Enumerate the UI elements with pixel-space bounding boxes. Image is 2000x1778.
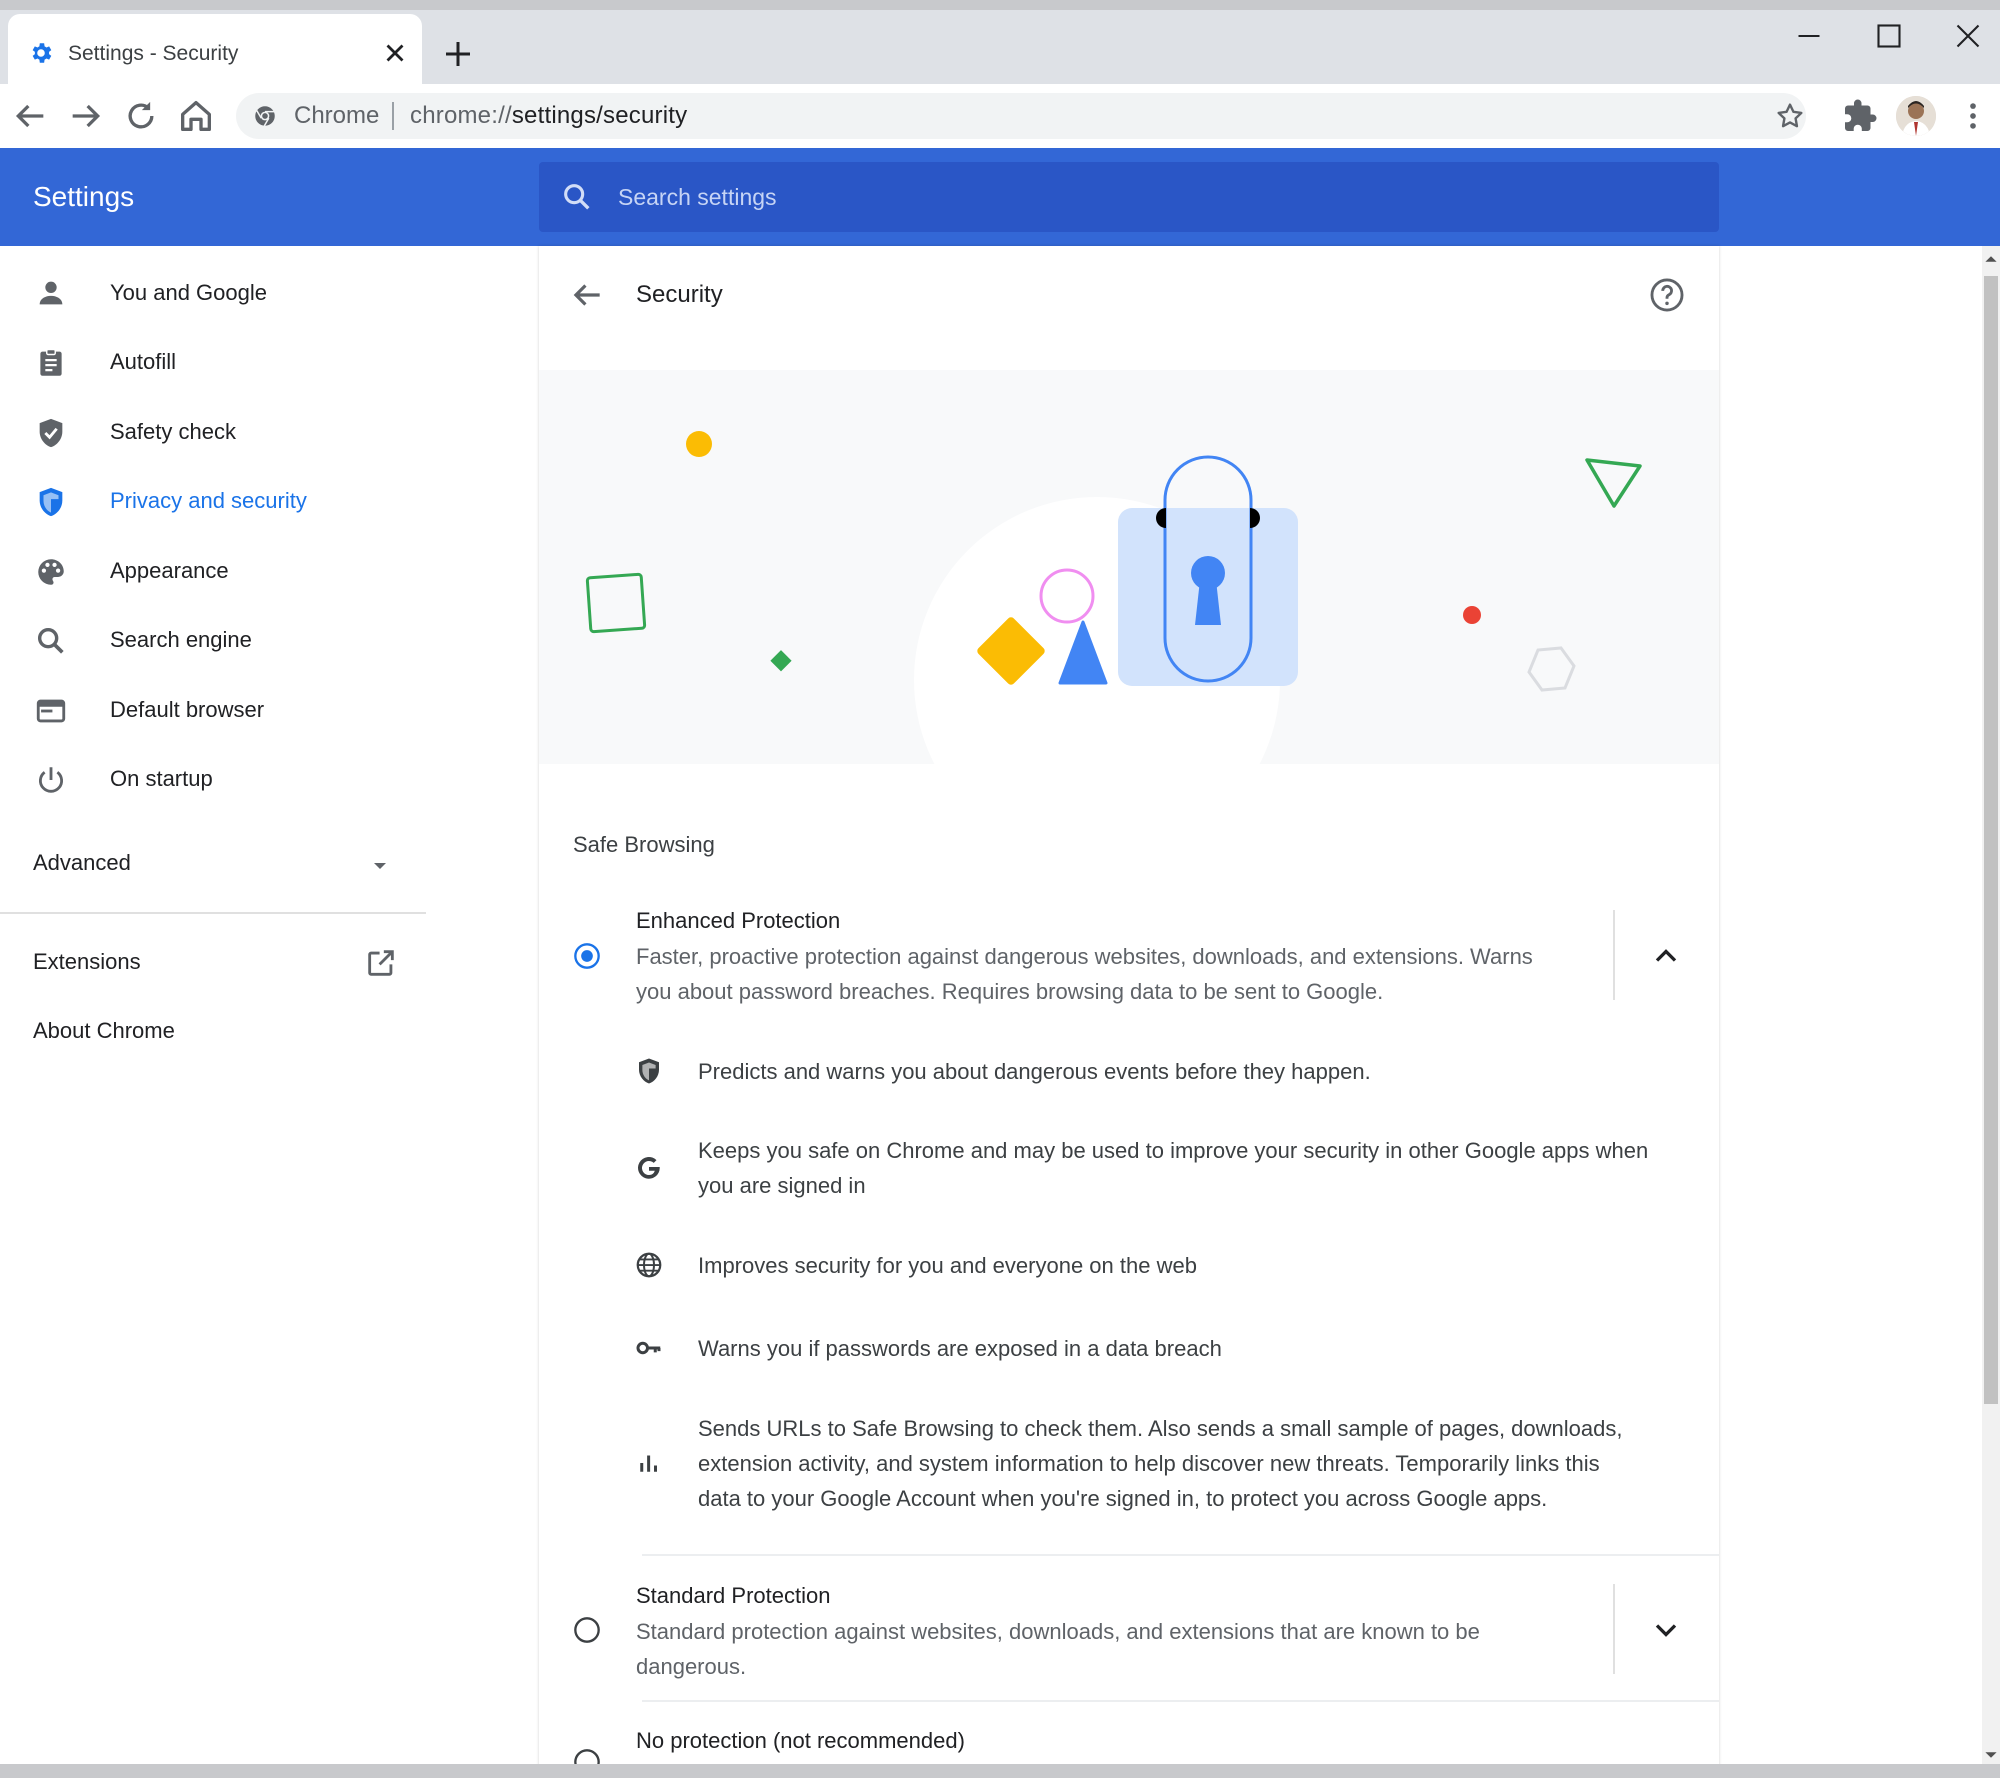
minimize-button[interactable] [1787, 18, 1831, 54]
sidebar-advanced-toggle[interactable]: Advanced [33, 848, 131, 878]
sidebar-extensions-link[interactable]: Extensions [33, 947, 141, 977]
sidebar-item-label: Default browser [110, 697, 265, 722]
security-illustration [539, 370, 1719, 764]
shield-icon [39, 487, 63, 517]
sidebar-item-search-engine[interactable] [0, 610, 538, 670]
tab-title: Settings - Security [68, 42, 239, 65]
sidebar-item-label: Appearance [110, 558, 229, 583]
new-tab-button[interactable] [440, 36, 476, 72]
shield-check-icon [39, 418, 63, 448]
bookmark-star-icon[interactable] [1774, 100, 1806, 132]
sidebar-item-you-and-google[interactable] [0, 263, 538, 323]
radio-enhanced-protection[interactable] [573, 942, 601, 970]
reload-icon[interactable] [121, 96, 161, 136]
option-title-enhanced: Enhanced Protection [636, 908, 841, 933]
sidebar-item-on-startup[interactable] [0, 749, 538, 809]
url-path: settings/security [511, 102, 688, 129]
option-title-no-protection: No protection (not recommended) [636, 1728, 965, 1753]
omnibox-divider [392, 102, 394, 130]
power-icon [38, 767, 64, 793]
lock-illustration [585, 431, 1642, 764]
feature-text: Sends URLs to Safe Browsing to check the… [698, 1416, 1623, 1441]
option-divider [642, 1554, 1719, 1556]
avatar-image [1896, 96, 1936, 136]
back-arrow-icon[interactable] [568, 276, 606, 314]
url-scheme: chrome:// [410, 102, 512, 129]
sidebar-item-autofill[interactable] [0, 332, 538, 392]
search-icon [564, 184, 590, 210]
expand-separator [1613, 910, 1615, 1000]
bar-chart-icon [640, 1455, 657, 1472]
help-icon[interactable] [1648, 276, 1686, 314]
url-text[interactable]: chrome://settings/security [410, 101, 687, 131]
sidebar-item-label: Safety check [110, 419, 236, 444]
google-g-icon [638, 1157, 660, 1179]
option-desc-enhanced-line1: Faster, proactive protection against dan… [636, 944, 1533, 969]
sidebar-about-chrome-link[interactable]: About Chrome [33, 1016, 175, 1046]
shield-icon [639, 1058, 659, 1084]
clipboard-icon [40, 348, 62, 376]
expand-separator [1613, 1584, 1615, 1674]
sidebar-item-safety-check[interactable] [0, 402, 538, 462]
omnibox-chip: Chrome [294, 102, 380, 129]
radio-standard-protection[interactable] [573, 1616, 601, 1644]
feature-text: Keeps you safe on Chrome and may be used… [698, 1138, 1649, 1163]
search-placeholder: Search settings [618, 184, 777, 210]
close-tab-icon[interactable] [380, 38, 410, 68]
option-desc-enhanced-line2: you about password breaches. Requires br… [636, 979, 1384, 1004]
scroll-up-arrow-icon[interactable] [1984, 252, 1998, 266]
back-arrow-icon[interactable] [10, 96, 50, 136]
page-title: Security [636, 281, 723, 308]
sidebar-item-default-browser[interactable] [0, 680, 538, 740]
palette-icon [38, 559, 64, 585]
maximize-button[interactable] [1867, 18, 1911, 54]
option-desc-standard-line2: dangerous. [636, 1654, 747, 1679]
chrome-logo-icon [255, 106, 275, 127]
sidebar-item-label: You and Google [110, 280, 267, 305]
person-icon [39, 281, 63, 305]
search-icon [37, 627, 64, 654]
feature-text: Improves security for you and everyone o… [698, 1253, 1197, 1278]
feature-text: you are signed in [698, 1173, 866, 1198]
globe-icon [636, 1252, 662, 1278]
chevron-up-icon[interactable] [1648, 938, 1684, 974]
option-title-standard: Standard Protection [636, 1583, 831, 1608]
sidebar-item-label: Privacy and security [110, 488, 307, 513]
close-window-button[interactable] [1946, 18, 1990, 54]
sidebar-divider [0, 912, 426, 914]
option-divider [642, 1700, 1719, 1702]
feature-text: Predicts and warns you about dangerous e… [698, 1059, 1371, 1084]
section-title-safe-browsing: Safe Browsing [573, 832, 715, 857]
sidebar-item-appearance[interactable] [0, 541, 538, 601]
home-icon[interactable] [176, 96, 216, 136]
feature-text: extension activity, and system informati… [698, 1451, 1600, 1476]
scrollbar-thumb[interactable] [1984, 276, 1998, 1404]
settings-title: Settings [33, 181, 135, 212]
gear-icon [32, 43, 52, 63]
sidebar-item-label: Autofill [110, 349, 177, 374]
browser-window-icon [36, 699, 66, 723]
open-in-new-icon[interactable] [364, 946, 398, 980]
scroll-down-arrow-icon[interactable] [1984, 1748, 1998, 1762]
feature-text: Warns you if passwords are exposed in a … [698, 1336, 1222, 1361]
kebab-menu-icon[interactable] [1956, 98, 1990, 134]
option-desc-standard-line1: Standard protection against websites, do… [636, 1619, 1480, 1644]
window-frame-bottom [0, 1764, 2000, 1778]
caret-down-icon[interactable] [368, 854, 392, 878]
sidebar-item-label: On startup [110, 766, 213, 791]
sidebar-item-label: Search engine [110, 627, 252, 652]
chevron-down-icon[interactable] [1648, 1612, 1684, 1648]
key-icon [636, 1341, 661, 1355]
extensions-puzzle-icon[interactable] [1842, 98, 1878, 134]
window-frame-top [0, 0, 2000, 10]
profile-avatar[interactable] [1896, 96, 1936, 136]
forward-arrow-icon[interactable] [66, 96, 106, 136]
feature-text: data to your Google Account when you're … [698, 1486, 1548, 1511]
